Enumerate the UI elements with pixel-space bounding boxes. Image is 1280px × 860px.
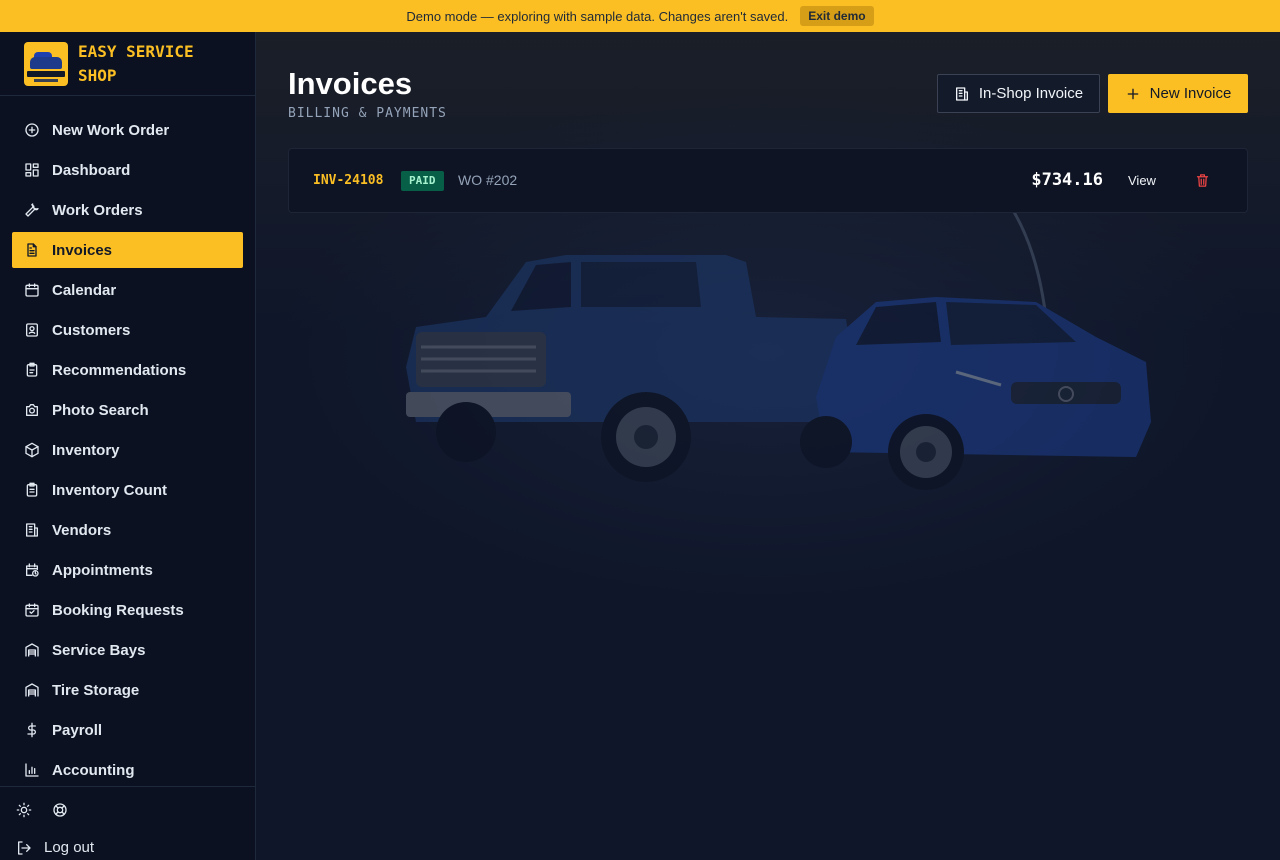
new-invoice-label: New Invoice	[1149, 85, 1232, 102]
sidebar-item-work-orders[interactable]: Work Orders	[12, 192, 243, 228]
sidebar-item-vendors[interactable]: Vendors	[12, 512, 243, 548]
dollar-icon	[24, 722, 40, 738]
sidebar-item-inventory[interactable]: Inventory	[12, 432, 243, 468]
demo-banner: Demo mode — exploring with sample data. …	[0, 0, 1280, 32]
warehouse-icon	[24, 682, 40, 698]
page-title: Invoices	[288, 66, 413, 101]
new-invoice-button[interactable]: New Invoice	[1108, 74, 1248, 113]
box-icon	[24, 442, 40, 458]
wrench-icon	[24, 202, 40, 218]
sidebar-item-invoices[interactable]: Invoices	[12, 232, 243, 268]
sidebar-item-customers[interactable]: Customers	[12, 312, 243, 348]
sidebar-item-label: Booking Requests	[52, 601, 184, 619]
plus-circle-icon	[24, 122, 40, 138]
clipboard-icon	[24, 362, 40, 378]
logout-button[interactable]: Log out	[16, 839, 240, 856]
sidebar-item-label: Calendar	[52, 281, 117, 299]
delete-invoice-button[interactable]	[1195, 173, 1210, 193]
sidebar-item-label: Customers	[52, 321, 131, 339]
demo-message: Demo mode — exploring with sample data. …	[406, 8, 789, 24]
sidebar-item-tire-storage[interactable]: Tire Storage	[12, 672, 243, 708]
sidebar-item-label: Recommendations	[52, 361, 187, 379]
invoice-row[interactable]: INV-24108 PAID WO #202 $734.16 View	[288, 148, 1248, 213]
main-content: Invoices BILLING & PAYMENTS In-Shop Invo…	[256, 32, 1280, 860]
dashboard-icon	[24, 162, 40, 178]
sidebar-item-booking-requests[interactable]: Booking Requests	[12, 592, 243, 628]
sidebar-item-recommendations[interactable]: Recommendations	[12, 352, 243, 388]
camera-icon	[24, 402, 40, 418]
sidebar-item-label: Inventory Count	[52, 481, 167, 499]
in-shop-invoice-label: In-Shop Invoice	[978, 85, 1084, 102]
contact-icon	[24, 322, 40, 338]
sidebar-item-appointments[interactable]: Appointments	[12, 552, 243, 588]
sidebar-item-label: Accounting	[52, 761, 135, 779]
sidebar-item-service-bays[interactable]: Service Bays	[12, 632, 243, 668]
plus-icon	[1127, 88, 1138, 99]
sidebar-footer: Log out	[0, 786, 256, 856]
sidebar-item-accounting[interactable]: Accounting	[12, 752, 243, 788]
sidebar-item-label: Tire Storage	[52, 681, 140, 699]
sidebar-nav: New Work Order Dashboard Work Orders Inv…	[0, 96, 255, 788]
logout-icon	[18, 840, 31, 855]
trash-icon	[1196, 174, 1209, 187]
in-shop-invoice-button[interactable]: In-Shop Invoice	[937, 74, 1100, 113]
vehicles-background-image	[406, 207, 1151, 490]
view-invoice-button[interactable]: View	[1128, 173, 1156, 188]
sidebar-item-label: Appointments	[52, 561, 153, 579]
invoice-number[interactable]: INV-24108	[313, 173, 383, 188]
sidebar-item-dashboard[interactable]: Dashboard	[12, 152, 243, 188]
document-icon	[24, 242, 40, 258]
sidebar-item-label: Service Bays	[52, 641, 146, 659]
brand[interactable]: EASY SERVICE SHOP	[0, 32, 255, 96]
sidebar-item-calendar[interactable]: Calendar	[12, 272, 243, 308]
building-icon	[24, 522, 40, 538]
sidebar-item-photo-search[interactable]: Photo Search	[12, 392, 243, 428]
shop-logo	[24, 41, 68, 86]
sidebar-item-label: Dashboard	[52, 161, 131, 179]
clipboard-list-icon	[24, 482, 40, 498]
calendar-check-icon	[24, 602, 40, 618]
sidebar-item-label: Invoices	[52, 241, 113, 259]
building-icon	[955, 86, 968, 101]
sidebar-item-new-work-order[interactable]: New Work Order	[12, 112, 243, 148]
sidebar-item-label: Inventory	[52, 441, 120, 459]
sidebar-item-label: Work Orders	[52, 201, 143, 219]
brand-name: EASY SERVICE SHOP	[78, 41, 194, 85]
calendar-icon	[24, 282, 40, 298]
help-lifebuoy-icon[interactable]	[52, 802, 68, 823]
sidebar: EASY SERVICE SHOP New Work Order Dashboa…	[0, 32, 256, 860]
sidebar-item-label: Payroll	[52, 721, 103, 739]
sidebar-item-payroll[interactable]: Payroll	[12, 712, 243, 748]
sidebar-item-label: Vendors	[52, 521, 112, 539]
status-badge: PAID	[401, 171, 444, 191]
calendar-clock-icon	[24, 562, 40, 578]
logout-label: Log out	[44, 839, 95, 856]
page-subtitle: BILLING & PAYMENTS	[288, 106, 447, 121]
sidebar-item-label: Photo Search	[52, 401, 149, 419]
sidebar-item-label: New Work Order	[52, 121, 170, 139]
exit-demo-button[interactable]: Exit demo	[800, 6, 874, 26]
invoice-amount: $734.16	[1031, 170, 1103, 190]
warehouse-icon	[24, 642, 40, 658]
work-order-ref: WO #202	[458, 172, 518, 188]
theme-toggle-sun-icon[interactable]	[16, 802, 32, 823]
bar-chart-icon	[24, 762, 40, 778]
sidebar-item-inventory-count[interactable]: Inventory Count	[12, 472, 243, 508]
